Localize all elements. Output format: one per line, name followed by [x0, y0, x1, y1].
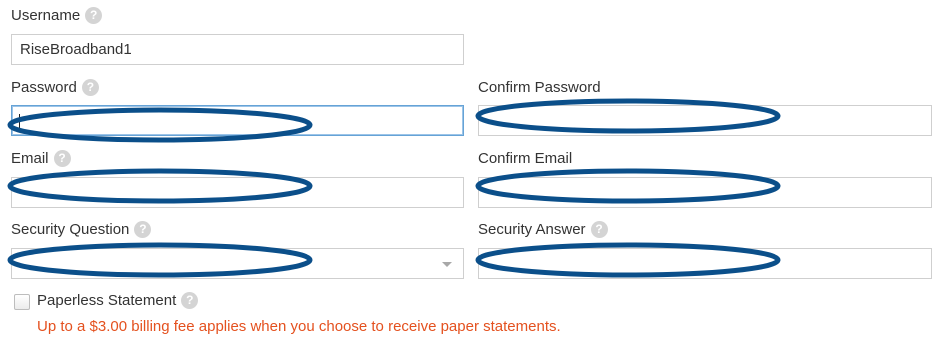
security-question-label: Security Question? — [11, 221, 152, 238]
billing-fee-notice: Up to a $3.00 billing fee applies when y… — [37, 318, 561, 335]
password-label: Password? — [11, 79, 99, 96]
help-icon[interactable]: ? — [134, 221, 152, 238]
help-icon[interactable]: ? — [590, 221, 608, 238]
help-icon[interactable]: ? — [181, 292, 199, 309]
confirm-email-label: Confirm Email — [478, 150, 573, 167]
paperless-label: Paperless Statement? — [37, 292, 199, 309]
security-question-label-text: Security Question — [11, 221, 130, 238]
password-label-text: Password — [11, 79, 77, 96]
security-answer-input[interactable] — [478, 248, 932, 279]
email-label: Email? — [11, 150, 71, 167]
confirm-email-input[interactable] — [478, 177, 932, 208]
username-input[interactable] — [11, 34, 464, 65]
paperless-label-text: Paperless Statement — [37, 292, 177, 309]
email-input[interactable] — [11, 177, 464, 208]
chevron-down-icon[interactable] — [442, 262, 452, 267]
username-label-text: Username — [11, 7, 81, 24]
confirm-password-label: Confirm Password — [478, 79, 601, 96]
password-input[interactable] — [11, 105, 464, 136]
text-caret — [19, 114, 20, 129]
username-label: Username? — [11, 7, 103, 24]
paperless-checkbox[interactable] — [14, 294, 30, 310]
email-label-text: Email — [11, 150, 49, 167]
confirm-password-input[interactable] — [478, 105, 932, 136]
help-icon[interactable]: ? — [53, 150, 71, 167]
security-answer-label: Security Answer? — [478, 221, 608, 238]
security-question-select[interactable] — [11, 248, 464, 279]
security-answer-label-text: Security Answer — [478, 221, 586, 238]
help-icon[interactable]: ? — [81, 79, 99, 96]
help-icon[interactable]: ? — [85, 7, 103, 24]
